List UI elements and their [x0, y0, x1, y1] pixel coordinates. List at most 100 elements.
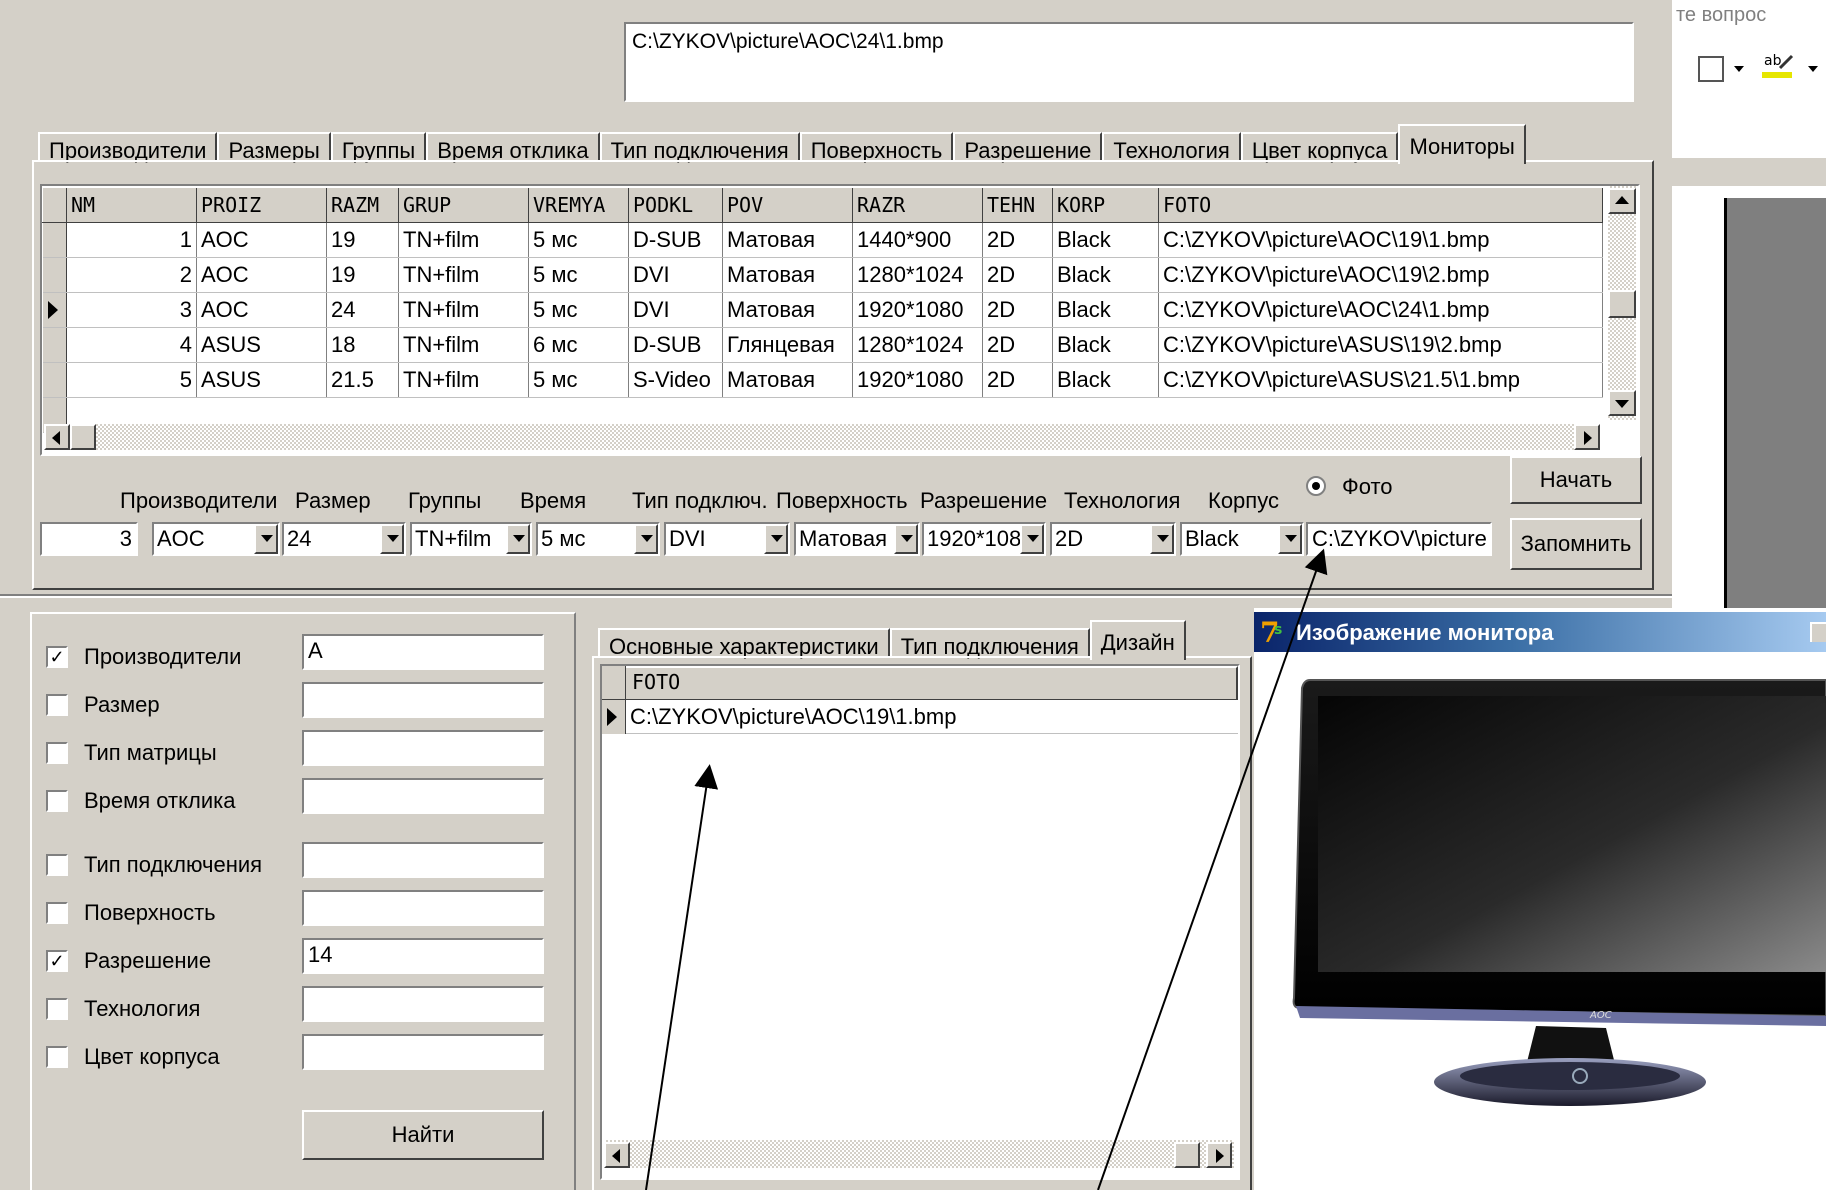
tab-sizes[interactable]: Размеры: [217, 132, 331, 163]
tab-connection-type-bottom[interactable]: Тип подключения: [889, 628, 1090, 659]
time-combo[interactable]: 5 мс: [536, 522, 660, 556]
cell-tehn[interactable]: 2D: [982, 362, 1053, 398]
cell-pov[interactable]: Глянцевая: [722, 327, 853, 363]
vscroll-thumb[interactable]: [1608, 290, 1636, 318]
search-field[interactable]: 14: [302, 938, 544, 974]
surface-combo[interactable]: Матовая: [794, 522, 920, 556]
case-dropdown-button[interactable]: [1278, 524, 1302, 554]
foto-hscroll-thumb[interactable]: [1174, 1142, 1200, 1168]
tab-monitors[interactable]: Мониторы: [1398, 124, 1526, 164]
hscroll-thumb[interactable]: [70, 424, 96, 450]
row-indicator[interactable]: [42, 292, 67, 328]
search-field[interactable]: [302, 890, 544, 926]
cell-podkl[interactable]: S-Video: [628, 362, 723, 398]
technology-combo[interactable]: 2D: [1050, 522, 1176, 556]
search-checkbox[interactable]: [46, 1046, 68, 1068]
cell-nm[interactable]: 5: [66, 362, 197, 398]
cell-razr[interactable]: 1920*1080: [852, 362, 983, 398]
size-combo[interactable]: 24: [282, 522, 406, 556]
search-checkbox[interactable]: ✓: [46, 646, 68, 668]
search-field[interactable]: [302, 842, 544, 878]
foto-hscroll-track[interactable]: [604, 1140, 1234, 1168]
foto-scroll-right-button[interactable]: [1206, 1142, 1232, 1168]
scroll-right-button[interactable]: [1574, 424, 1600, 450]
cell-vremya[interactable]: 5 мс: [528, 292, 629, 328]
cell-podkl[interactable]: D-SUB: [628, 222, 723, 258]
cell-razm[interactable]: 19: [326, 257, 399, 293]
table-row[interactable]: 3 AOC 24 TN+film 5 мс DVI Матовая 1920*1080 2D Bl…: [42, 292, 1603, 328]
hscroll-track[interactable]: [70, 424, 1574, 450]
search-field[interactable]: A: [302, 634, 544, 670]
search-checkbox[interactable]: [46, 742, 68, 764]
cell-tehn[interactable]: 2D: [982, 292, 1053, 328]
dropdown-arrow-icon[interactable]: [1734, 66, 1744, 72]
cell-korp[interactable]: Black: [1052, 222, 1159, 258]
search-checkbox[interactable]: [46, 998, 68, 1020]
foto-column-header[interactable]: FOTO: [626, 666, 1238, 700]
grid-horizontal-scrollbar[interactable]: [42, 420, 1602, 454]
groups-dropdown-button[interactable]: [506, 524, 530, 554]
column-header-grup[interactable]: GRUP: [398, 186, 529, 223]
case-combo[interactable]: Black: [1180, 522, 1304, 556]
cell-podkl[interactable]: DVI: [628, 257, 723, 293]
window-close-icon[interactable]: [1810, 622, 1826, 642]
dropdown-arrow-icon[interactable]: [1808, 66, 1818, 72]
highlight-icon[interactable]: ab: [1762, 50, 1796, 80]
cell-foto[interactable]: C:\ZYKOV\picture\AOC\24\1.bmp: [1158, 292, 1603, 328]
search-checkbox[interactable]: [46, 902, 68, 924]
column-header-pov[interactable]: POV: [722, 186, 853, 223]
cell-korp[interactable]: Black: [1052, 292, 1159, 328]
search-field[interactable]: [302, 1034, 544, 1070]
table-row[interactable]: 1 AOC 19 TN+film 5 мс D-SUB Матовая 1440*900 2D B…: [42, 222, 1603, 258]
cell-razm[interactable]: 18: [326, 327, 399, 363]
tab-resolution[interactable]: Разрешение: [953, 132, 1103, 163]
search-checkbox[interactable]: ✓: [46, 950, 68, 972]
search-field[interactable]: [302, 730, 544, 766]
cell-foto[interactable]: C:\ZYKOV\picture\ASUS\19\2.bmp: [1158, 327, 1603, 363]
cell-razm[interactable]: 21.5: [326, 362, 399, 398]
cell-razm[interactable]: 19: [326, 222, 399, 258]
technology-dropdown-button[interactable]: [1150, 524, 1174, 554]
search-checkbox[interactable]: [46, 694, 68, 716]
scroll-left-button[interactable]: [44, 424, 70, 450]
cell-grup[interactable]: TN+film: [398, 362, 529, 398]
table-row[interactable]: 4 ASUS 18 TN+film 6 мс D-SUB Глянцевая 1280*102…: [42, 327, 1603, 363]
cell-tehn[interactable]: 2D: [982, 327, 1053, 363]
image-window-titlebar[interactable]: 7s Изображение монитора: [1254, 612, 1826, 652]
search-checkbox[interactable]: [46, 790, 68, 812]
cell-vremya[interactable]: 5 мс: [528, 257, 629, 293]
resolution-dropdown-button[interactable]: [1020, 524, 1044, 554]
column-header-korp[interactable]: KORP: [1052, 186, 1159, 223]
cell-grup[interactable]: TN+film: [398, 257, 529, 293]
tab-main-characteristics[interactable]: Основные характеристики: [598, 628, 890, 659]
column-header-vremya[interactable]: VREMYA: [528, 186, 629, 223]
table-row[interactable]: 2 AOC 19 TN+film 5 мс DVI Матовая 1280*1024 2D Bl…: [42, 257, 1603, 293]
foto-scroll-left-button[interactable]: [604, 1142, 630, 1168]
scroll-up-button[interactable]: [1608, 188, 1636, 214]
cell-vremya[interactable]: 5 мс: [528, 222, 629, 258]
cell-proiz[interactable]: AOC: [196, 292, 327, 328]
tab-manufacturers[interactable]: Производители: [38, 132, 218, 163]
remember-button[interactable]: Запомнить: [1510, 518, 1642, 570]
column-header-foto[interactable]: FOTO: [1158, 186, 1603, 223]
groups-combo[interactable]: TN+film: [410, 522, 532, 556]
cell-foto[interactable]: C:\ZYKOV\picture\AOC\19\2.bmp: [1158, 257, 1603, 293]
foto-grid[interactable]: FOTO C:\ZYKOV\picture\AOC\19\1.bmp: [600, 664, 1240, 1180]
search-field[interactable]: [302, 682, 544, 718]
cell-pov[interactable]: Матовая: [722, 257, 853, 293]
search-checkbox[interactable]: [46, 854, 68, 876]
cell-podkl[interactable]: D-SUB: [628, 327, 723, 363]
tab-response-time[interactable]: Время отклика: [426, 132, 600, 163]
cell-pov[interactable]: Матовая: [722, 292, 853, 328]
foto-grid-row[interactable]: C:\ZYKOV\picture\AOC\19\1.bmp: [626, 700, 1238, 734]
column-header-razr[interactable]: RAZR: [852, 186, 983, 223]
cell-razr[interactable]: 1280*1024: [852, 257, 983, 293]
start-button[interactable]: Начать: [1510, 456, 1642, 504]
time-dropdown-button[interactable]: [634, 524, 658, 554]
cell-foto[interactable]: C:\ZYKOV\picture\AOC\19\1.bmp: [1158, 222, 1603, 258]
cell-nm[interactable]: 4: [66, 327, 197, 363]
monitors-grid[interactable]: NM PROIZ RAZM GRUP VREMYA PODKL POV RAZR…: [40, 184, 1640, 456]
column-header-nm[interactable]: NM: [66, 186, 197, 223]
resolution-combo[interactable]: 1920*1080: [922, 522, 1046, 556]
cell-vremya[interactable]: 6 мс: [528, 327, 629, 363]
